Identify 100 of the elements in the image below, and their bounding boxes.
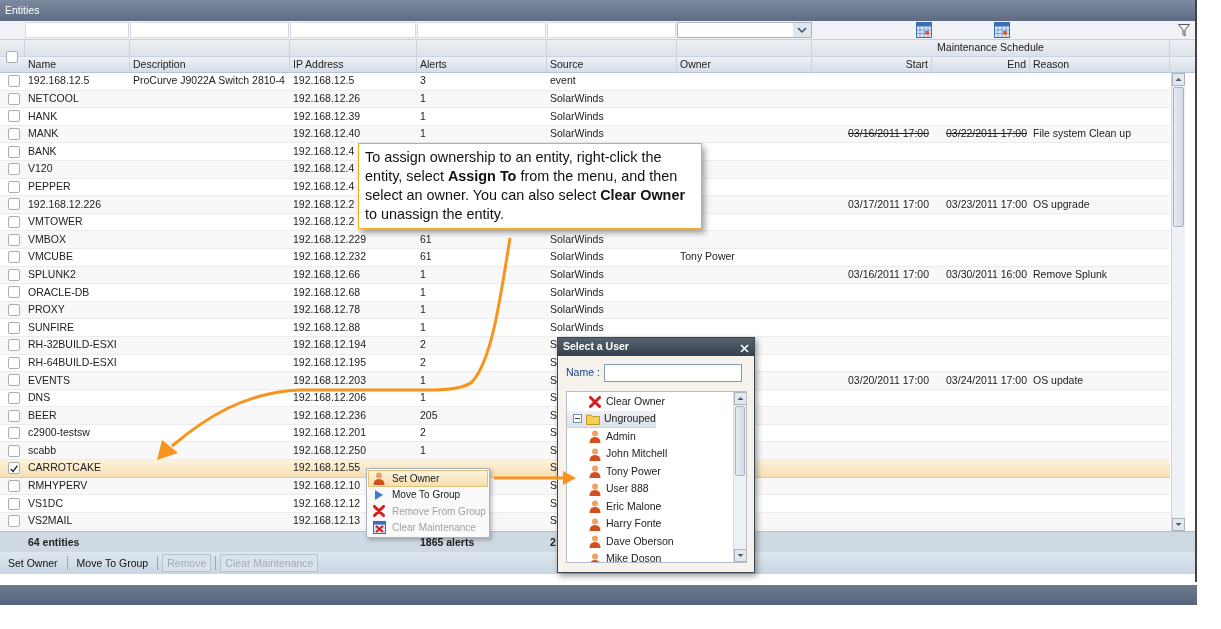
table-cell-text: 192.168.12.13: [292, 513, 362, 529]
table-cell-text: SPLUNK2: [27, 266, 77, 282]
table-cell-text: 1: [419, 319, 427, 335]
table-cell-text: 192.168.12.68: [292, 284, 362, 300]
window-title: Entities: [0, 0, 1195, 21]
table-cell-text: HANK: [27, 108, 59, 124]
table-cell-text: 192.168.12.5: [27, 73, 91, 89]
table-cell-text: Tony Power: [679, 249, 736, 265]
table-cell-text: 03/22/2011 17:00: [945, 126, 1028, 142]
table-cell-text: ProCurve J9022A Switch 2810-4: [132, 73, 286, 89]
table-cell-text: 192.168.12.40: [292, 126, 362, 142]
table-cell-text: S: [549, 460, 558, 476]
table-cell-text: 192.168.12.66: [292, 266, 362, 282]
table-cell-text: 192.168.12.229: [292, 231, 367, 247]
column-group-header: Maintenance Schedule: [937, 40, 1044, 56]
table-cell-text: PROXY: [27, 302, 66, 318]
table-cell-text: 03/16/2011 17:00: [847, 126, 930, 142]
table-cell-text: 192.168.12.236: [292, 407, 367, 423]
table-cell-text: 1: [419, 390, 427, 406]
table-cell-text: DNS: [27, 390, 52, 406]
table-cell-text: 192.168.12.194: [292, 337, 367, 353]
dialog-title: Select a User: [563, 339, 629, 355]
table-cell-text: scabb: [27, 442, 58, 458]
table-cell-text: 192.168.12.55: [292, 460, 362, 476]
table-cell-text: 192.168.12.78: [292, 302, 362, 318]
table-cell-text: S: [549, 354, 558, 370]
table-cell-text: SolarWinds: [549, 266, 605, 282]
table-cell-text: SolarWinds: [549, 126, 605, 142]
table-cell-text: 1: [419, 91, 427, 106]
table-cell-text: SolarWinds: [549, 302, 605, 318]
table-cell-text: 192.168.12.201: [292, 425, 367, 441]
table-cell-text: 192.168.12.2: [292, 196, 356, 212]
table-cell-text: BEER: [27, 407, 58, 423]
table-cell-text: 205: [419, 407, 439, 423]
table-cell-text: 192.168.12.5: [292, 73, 356, 89]
table-cell-text: 03/30/2011 16:00: [945, 266, 1028, 282]
table-cell-text: Remove Splunk: [1032, 266, 1109, 282]
summary-cell-text: 2: [549, 535, 557, 551]
table-cell-text: 03/17/2011 17:00: [847, 196, 930, 212]
table-cell-text: 03/23/2011 17:00: [945, 196, 1028, 212]
table-cell-text: event: [549, 73, 577, 89]
table-cell-text: 2: [419, 354, 427, 370]
table-cell-text: S: [549, 372, 558, 388]
table-cell-text: 1: [419, 442, 427, 458]
table-cell-text: RH-32BUILD-ESXI: [27, 337, 118, 353]
table-cell-text: 192.168.12.250: [292, 442, 367, 458]
table-cell-text: S: [549, 513, 558, 529]
table-cell-text: 192.168.12.4: [292, 179, 356, 194]
table-cell-text: 03/16/2011 17:00: [847, 266, 930, 282]
table-cell-text: 192.168.12.26: [292, 91, 362, 106]
table-cell-text: S: [549, 337, 558, 353]
table-cell-text: RH-64BUILD-ESXI: [27, 354, 118, 370]
table-cell-text: CARROTCAKE: [27, 460, 102, 476]
table-cell-text: 192.168.12.195: [292, 354, 367, 370]
table-cell-text: VMBOX: [27, 231, 67, 247]
table-cell-text: ORACLE-DB: [27, 284, 91, 300]
table-cell-text: 192.168.12.2: [292, 214, 356, 230]
summary-cell-text: 1865 alerts: [419, 535, 476, 551]
table-cell-text: 192.168.12.203: [292, 372, 367, 388]
table-cell-text: 1: [419, 266, 427, 282]
table-cell-text: SUNFIRE: [27, 319, 76, 335]
table-cell-text: 192.168.12.39: [292, 108, 362, 124]
table-cell-text: OS upgrade: [1032, 196, 1091, 212]
table-cell-text: SolarWinds: [549, 91, 605, 106]
table-cell-text: 192.168.12.226: [27, 196, 102, 212]
table-cell-text: SolarWinds: [549, 284, 605, 300]
table-cell-text: 61: [419, 231, 433, 247]
table-cell-text: SolarWinds: [549, 108, 605, 124]
table-cell-text: BANK: [27, 143, 58, 159]
table-cell-text: 3: [419, 73, 427, 89]
summary-cell-text: 64 entities: [27, 535, 81, 551]
table-cell-text: 192.168.12.4: [292, 143, 356, 159]
table-cell-text: 2: [419, 425, 427, 441]
table-cell-text: 192.168.12.232: [292, 249, 367, 265]
table-cell-text: S: [549, 425, 558, 441]
table-cell-text: RMHYPERV: [27, 478, 89, 494]
table-cell-text: 1: [419, 302, 427, 318]
table-cell-text: S: [549, 390, 558, 406]
table-cell-text: VMTOWER: [27, 214, 84, 230]
table-cell-text: S: [549, 407, 558, 423]
table-cell-text: 1: [419, 372, 427, 388]
table-cell-text: 192.168.12.88: [292, 319, 362, 335]
table-cell-text: 192.168.12.4: [292, 161, 356, 177]
table-cell-text: VMCUBE: [27, 249, 74, 265]
table-cell-text: 03/20/2011 17:00: [847, 372, 930, 388]
table-cell-text: VS2MAIL: [27, 513, 74, 529]
table-cell-text: 2: [419, 337, 427, 353]
callout-text: To assign ownership to an entity, right-click the entity, select Assign To from the menu, and then select an owner. You can also select Clear Owner to unassign the entity.: [365, 148, 686, 224]
table-cell-text: NETCOOL: [27, 91, 80, 106]
field-label: Name :: [566, 365, 600, 381]
table-cell-text: SolarWinds: [549, 319, 605, 335]
table-cell-text: 192.168.12.206: [292, 390, 367, 406]
table-cell-text: 1: [419, 126, 427, 142]
table-cell-text: MANK: [27, 126, 60, 142]
table-cell-text: 192.168.12.10: [292, 478, 362, 494]
table-cell-text: 03/24/2011 17:00: [945, 372, 1028, 388]
table-cell-text: EVENTS: [27, 372, 71, 388]
table-cell-text: 1: [419, 108, 427, 124]
table-cell-text: S: [549, 442, 558, 458]
table-cell-text: 192.168.12.12: [292, 495, 362, 511]
